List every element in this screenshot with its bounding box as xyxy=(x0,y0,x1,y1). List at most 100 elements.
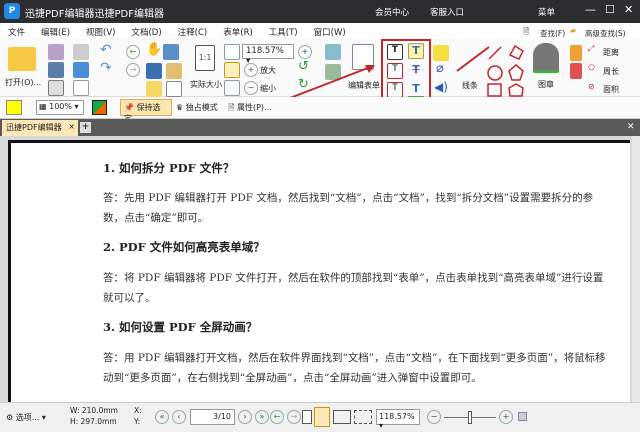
status-zoom-in-button[interactable]: + xyxy=(499,410,513,424)
advanced-find-button[interactable]: 高级查找(S) xyxy=(585,28,626,39)
sound-icon[interactable]: ◀) xyxy=(434,80,448,94)
area-button[interactable]: 面积 xyxy=(603,84,619,95)
open-button[interactable]: 打开(O)... xyxy=(5,77,41,88)
redo-icon[interactable]: ↷ xyxy=(100,60,112,76)
typewriter-icon[interactable]: T xyxy=(408,43,424,59)
snapshot-icon[interactable] xyxy=(163,44,179,60)
callout-icon[interactable]: T xyxy=(387,82,403,98)
polyline-icon[interactable] xyxy=(508,44,524,60)
main-menu-button[interactable]: 菜单 xyxy=(538,6,555,18)
arrow-icon[interactable] xyxy=(488,46,502,60)
continuous-page-icon[interactable] xyxy=(314,407,330,427)
line-button[interactable]: 线条 xyxy=(462,80,478,91)
continuous-facing-icon[interactable] xyxy=(354,410,372,424)
zoom-in-icon[interactable]: + xyxy=(244,63,258,77)
back-view-button[interactable]: ← xyxy=(270,410,284,424)
menu-tools[interactable]: 工具(T) xyxy=(261,23,306,39)
status-zoom-select[interactable]: 118.57% ▾ xyxy=(376,409,420,430)
exclusive-mode-button[interactable]: ♛ 独占模式 xyxy=(176,102,218,113)
save-icon[interactable] xyxy=(48,44,64,60)
member-center-link[interactable]: 会员中心 xyxy=(375,6,409,18)
menu-file[interactable]: 文件 xyxy=(0,23,33,39)
fit-width-icon[interactable] xyxy=(224,62,240,78)
ellipse-icon[interactable] xyxy=(487,65,503,81)
image-icon[interactable] xyxy=(325,44,341,60)
find-doc-icon[interactable] xyxy=(166,81,182,97)
vertical-scrollbar[interactable] xyxy=(632,136,640,402)
area-select-icon[interactable] xyxy=(146,81,162,97)
page-number-input[interactable]: 3/10 xyxy=(190,409,235,425)
menu-form[interactable]: 表单(R) xyxy=(215,23,261,39)
menu-window[interactable]: 窗口(W) xyxy=(306,23,354,39)
text-field-icon[interactable]: T xyxy=(387,44,403,60)
actual-size-button[interactable]: 实际大小 xyxy=(190,79,222,90)
actual-size-icon[interactable]: 1:1 xyxy=(195,45,215,71)
document-tab[interactable]: 迅捷PDF编辑器 × xyxy=(2,120,78,136)
menu-comment[interactable]: 注释(C) xyxy=(170,23,216,39)
cloud-icon[interactable] xyxy=(73,62,89,78)
zoom-slider[interactable] xyxy=(444,411,496,424)
zoom-out-icon[interactable]: − xyxy=(244,81,258,95)
paste-icon[interactable] xyxy=(166,63,182,79)
eraser-icon[interactable] xyxy=(570,63,582,79)
distance-button[interactable]: 距离 xyxy=(603,47,619,58)
keep-selected-button[interactable]: 📌 保持选定 xyxy=(120,99,172,123)
find-button[interactable]: 查找(F) xyxy=(540,28,565,39)
fullscreen-icon[interactable] xyxy=(518,412,527,421)
close-all-tabs-button[interactable]: ✕ xyxy=(627,122,638,133)
cloud-shape-icon[interactable] xyxy=(508,83,524,97)
minimize-button[interactable]: — xyxy=(585,3,596,16)
new-tab-button[interactable]: + xyxy=(80,122,91,133)
stamp-icon[interactable] xyxy=(533,43,559,73)
perimeter-button[interactable]: 周长 xyxy=(603,66,619,77)
color-swatch[interactable] xyxy=(6,100,22,115)
email-icon[interactable] xyxy=(73,44,89,60)
next-page-button[interactable]: › xyxy=(238,410,252,424)
maximize-button[interactable]: ☐ xyxy=(605,3,615,16)
tab-bar: 迅捷PDF编辑器 × + ✕ xyxy=(0,119,640,136)
single-page-icon[interactable] xyxy=(302,410,312,424)
menu-document[interactable]: 文档(D) xyxy=(123,23,169,39)
undo-icon[interactable]: ↶ xyxy=(100,42,112,58)
zoom-slider-handle[interactable] xyxy=(468,411,472,424)
polygon-icon[interactable] xyxy=(508,64,524,81)
forward-view-button[interactable]: → xyxy=(287,410,301,424)
strikeout-icon[interactable]: T xyxy=(408,63,424,79)
last-page-button[interactable]: » xyxy=(255,410,269,424)
properties-button[interactable]: 🗎 属性(P)... xyxy=(228,102,272,116)
fit-visible-icon[interactable] xyxy=(224,80,240,96)
attachment-icon[interactable]: ⌀ xyxy=(436,61,444,76)
menu-edit[interactable]: 编辑(E) xyxy=(33,23,78,39)
export-icon[interactable] xyxy=(48,80,64,96)
pencil-icon[interactable] xyxy=(570,45,582,61)
hand-tool-icon[interactable]: ✋ xyxy=(146,42,162,57)
first-page-button[interactable]: « xyxy=(155,410,169,424)
menu-view[interactable]: 视图(V) xyxy=(78,23,123,39)
print-icon[interactable] xyxy=(48,62,64,78)
rectangle-icon[interactable] xyxy=(487,83,502,97)
new-doc-icon[interactable] xyxy=(73,80,89,96)
line-color-icon[interactable] xyxy=(92,100,107,115)
underline-icon[interactable]: T xyxy=(408,82,424,98)
close-button[interactable]: ✕ xyxy=(624,3,633,16)
zoom-select[interactable]: 118.57% ▾ xyxy=(242,44,294,66)
stamp-button[interactable]: 图章 xyxy=(538,79,554,90)
back-icon[interactable]: ← xyxy=(126,45,140,59)
select-text-icon[interactable] xyxy=(146,63,162,79)
note-icon[interactable] xyxy=(433,45,449,61)
status-zoom-out-button[interactable]: − xyxy=(427,410,441,424)
prev-page-button[interactable]: ‹ xyxy=(172,410,186,424)
forward-icon[interactable]: → xyxy=(126,63,140,77)
zoom-tool-icon[interactable]: + xyxy=(298,45,312,59)
fit-page-icon[interactable] xyxy=(224,44,240,60)
zoom-out-button[interactable]: 缩小 xyxy=(260,83,276,94)
customer-service-link[interactable]: 客服入口 xyxy=(430,6,464,18)
facing-pages-icon[interactable] xyxy=(333,410,351,424)
zoom-in-button[interactable]: 放大 xyxy=(260,65,276,76)
page-width: W: 210.0mm xyxy=(70,406,118,415)
options-button[interactable]: ⚙ 选项... ▾ xyxy=(6,412,46,423)
opacity-select[interactable]: ▦ 100% ▾ xyxy=(36,100,84,115)
open-folder-icon[interactable] xyxy=(8,47,36,71)
tab-close-icon[interactable]: × xyxy=(68,122,75,131)
text-box-icon[interactable]: T xyxy=(387,63,403,79)
